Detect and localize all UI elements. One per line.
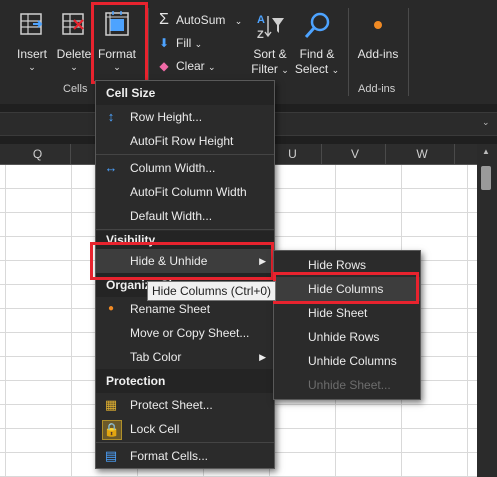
unhide-columns-item[interactable]: Unhide Columns: [274, 349, 420, 373]
group-divider: [408, 8, 409, 96]
addins-group-label: Add-ins: [358, 83, 396, 95]
autofit-row-height-item[interactable]: AutoFit Row Height: [96, 129, 274, 153]
hide-columns-highlight: [273, 272, 419, 304]
divider: [96, 229, 274, 230]
bullet-icon: ●: [107, 303, 115, 314]
divider: [96, 154, 274, 155]
rename-sheet-label: Rename Sheet: [130, 302, 211, 316]
vertical-scrollbar[interactable]: ▲: [477, 144, 497, 477]
unhide-rows-item[interactable]: Unhide Rows: [274, 325, 420, 349]
chevron-down-icon: ⌄: [208, 62, 216, 72]
chevron-down-icon: ⌄: [482, 117, 490, 127]
eraser-icon: ◆: [159, 59, 169, 73]
group-divider: [348, 8, 349, 96]
find-select-button[interactable]: Find & Select ⌄: [293, 10, 341, 78]
divider: [96, 442, 274, 443]
chevron-down-icon: ⌄: [28, 62, 36, 72]
tab-color-item[interactable]: Tab Color ▶: [96, 345, 274, 369]
insert-button[interactable]: Insert ⌄: [10, 10, 54, 72]
sigma-icon: Σ: [159, 11, 169, 28]
move-copy-sheet-item[interactable]: Move or Copy Sheet...: [96, 321, 274, 345]
chevron-right-icon: ▶: [259, 352, 266, 362]
column-width-label: Column Width...: [130, 161, 216, 175]
hide-rows-label: Hide Rows: [308, 258, 367, 272]
lock-icon: 🔒: [102, 420, 122, 440]
find-select-label-1: Find &: [299, 47, 335, 61]
addins-icon: [374, 21, 382, 29]
fill-button[interactable]: ⬇ Fill ⌄: [156, 32, 202, 54]
insert-label: Insert: [16, 47, 47, 61]
svg-text:Z: Z: [257, 29, 264, 41]
insert-cells-icon: [20, 13, 43, 35]
fill-label: Fill: [176, 36, 192, 50]
autofit-column-width-label: AutoFit Column Width: [130, 185, 247, 199]
row-height-icon: ↕: [107, 109, 115, 124]
scrollbar-thumb[interactable]: [481, 166, 491, 190]
hide-unhide-highlight: [90, 242, 274, 280]
autofit-row-height-label: AutoFit Row Height: [130, 134, 234, 148]
hide-sheet-label: Hide Sheet: [308, 306, 368, 320]
magnifier-icon: [304, 12, 330, 38]
row-height-label: Row Height...: [130, 110, 203, 124]
chevron-down-icon: ⌄: [281, 65, 289, 75]
column-header-q[interactable]: Q: [5, 144, 71, 164]
sort-filter-label-1: Sort &: [253, 47, 287, 61]
clear-button[interactable]: ◆ Clear ⌄: [156, 55, 216, 77]
sort-filter-button[interactable]: A Z Sort & Filter ⌄: [248, 10, 292, 78]
protect-sheet-item[interactable]: ▦ Protect Sheet...: [96, 393, 274, 417]
addins-button[interactable]: Add-ins: [353, 10, 403, 62]
svg-text:A: A: [257, 14, 265, 26]
protect-sheet-label: Protect Sheet...: [130, 398, 213, 412]
unhide-sheet-label: Unhide Sheet...: [308, 378, 391, 392]
chevron-down-icon: ⌄: [194, 39, 203, 49]
autosum-button[interactable]: Σ AutoSum ⌄: [156, 9, 242, 31]
chevron-down-icon: ⌄: [234, 16, 243, 26]
autofit-column-width-item[interactable]: AutoFit Column Width: [96, 180, 274, 204]
chevron-down-icon: ⌄: [331, 65, 340, 75]
tab-color-label: Tab Color: [130, 350, 182, 364]
sort-filter-icon: A Z: [257, 14, 284, 41]
autosum-label: AutoSum: [176, 13, 226, 27]
default-width-label: Default Width...: [130, 209, 213, 223]
unhide-rows-label: Unhide Rows: [308, 330, 380, 344]
find-select-label-2: Select ⌄: [294, 62, 340, 76]
addins-label: Add-ins: [357, 47, 399, 61]
delete-button[interactable]: Delete ⌄: [54, 10, 94, 72]
unhide-columns-label: Unhide Columns: [308, 354, 397, 368]
scroll-up-icon[interactable]: ▲: [482, 147, 490, 156]
sort-filter-label-2: Filter ⌄: [251, 62, 289, 76]
format-cells-label: Format Cells...: [130, 449, 209, 463]
row-height-item[interactable]: ↕ Row Height...: [96, 105, 274, 129]
format-button-highlight: [91, 2, 148, 84]
cells-group-label: Cells: [63, 83, 88, 95]
format-cells-item[interactable]: ▤ Format Cells...: [96, 444, 274, 468]
delete-cells-icon: [62, 13, 84, 35]
default-width-item[interactable]: Default Width...: [96, 204, 274, 228]
format-cells-icon: ▤: [104, 448, 118, 463]
column-header-v[interactable]: V: [325, 144, 386, 164]
column-width-icon: ↔: [104, 160, 118, 175]
chevron-down-icon: ⌄: [70, 62, 78, 72]
lock-cell-item[interactable]: 🔒 Lock Cell: [96, 417, 274, 441]
protect-sheet-icon: ▦: [104, 397, 118, 412]
lock-cell-label: Lock Cell: [130, 422, 180, 436]
unhide-sheet-item: Unhide Sheet...: [274, 373, 420, 397]
tooltip: Hide Columns (Ctrl+0): [147, 281, 277, 301]
fill-down-icon: ⬇: [158, 36, 170, 50]
cell-size-header: Cell Size: [96, 81, 274, 105]
clear-label: Clear: [176, 59, 205, 73]
move-copy-sheet-label: Move or Copy Sheet...: [130, 326, 250, 340]
delete-label: Delete: [56, 47, 92, 61]
hide-sheet-item[interactable]: Hide Sheet: [274, 301, 420, 325]
column-header-w[interactable]: W: [390, 144, 455, 164]
column-width-item[interactable]: ↔ Column Width...: [96, 156, 274, 180]
protection-header: Protection: [96, 369, 274, 393]
